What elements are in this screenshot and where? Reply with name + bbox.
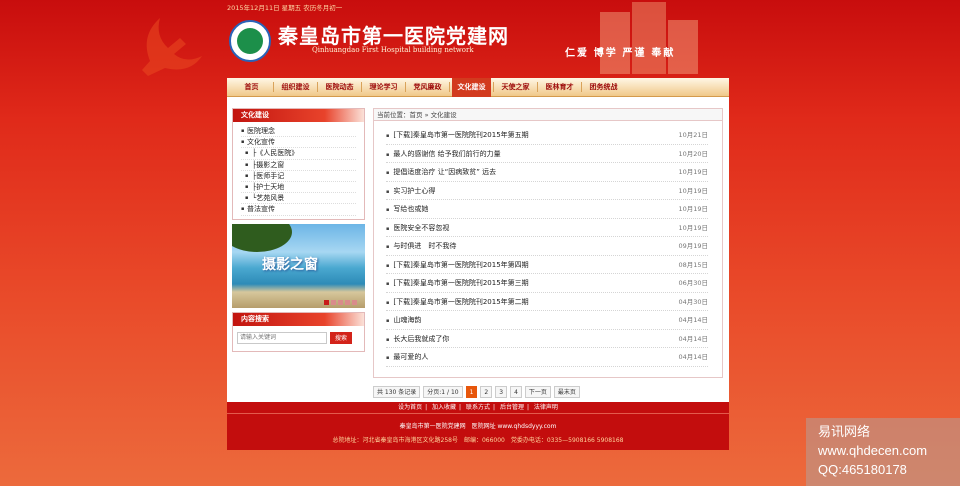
site-title: 秦皇岛市第一医院党建网 <box>278 24 509 48</box>
sidebar-item-peoples-hospital[interactable]: ├《人民医院》 <box>241 148 356 160</box>
search-input[interactable] <box>237 331 327 344</box>
nav-league[interactable]: 团务统战 <box>584 78 623 97</box>
nav-talent[interactable]: 医林育才 <box>540 78 579 97</box>
list-item[interactable]: 写给也或她10月19日 <box>386 200 708 219</box>
article-list: [下载]秦皇岛市第一医院院刊2015年第五期10月21日 最人的感谢信 给予我们… <box>374 121 722 367</box>
list-item[interactable]: 提倡适度治疗 让“因病致贫” 远去10月19日 <box>386 163 708 182</box>
category-box: 文化建设 医院理念 文化宣传 ├《人民医院》 ├摄影之窗 ├医师手记 ├护士天地… <box>232 108 365 220</box>
footer-address: 总院地址：河北省秦皇岛市海港区文化路258号 邮编：066000 党委办电话：0… <box>332 437 624 444</box>
nav-theory[interactable]: 理论学习 <box>364 78 403 97</box>
banner-pagination <box>324 299 357 305</box>
watermark-name: 易讯网络 <box>818 424 871 439</box>
sidebar: 文化建设 医院理念 文化宣传 ├《人民医院》 ├摄影之窗 ├医师手记 ├护士天地… <box>232 108 365 352</box>
list-item[interactable]: [下载]秦皇岛市第一医院院刊2015年第二期04月30日 <box>386 293 708 311</box>
nav-organization[interactable]: 组织建设 <box>276 78 315 97</box>
total-count: 共 130 条记录 <box>373 386 421 398</box>
banner-title: 摄影之窗 <box>262 256 318 273</box>
list-item[interactable]: 实习护士心得10月19日 <box>386 182 708 200</box>
hospital-building-icon <box>600 2 698 74</box>
sidebar-item-publicity[interactable]: 文化宣传 <box>241 137 356 149</box>
page-link-1[interactable]: 1 <box>465 386 478 398</box>
sidebar-item-doctor-notes[interactable]: ├医师手记 <box>241 171 356 182</box>
list-item[interactable]: [下载]秦皇岛市第一医院院刊2015年第三期06月30日 <box>386 274 708 293</box>
list-item[interactable]: 最可爱的人04月14日 <box>386 348 708 367</box>
list-item[interactable]: 长大后我就成了你04月14日 <box>386 330 708 348</box>
footer-link-favorite[interactable]: 加入收藏 <box>432 404 456 411</box>
breadcrumb: 当前位置：首页 » 文化建设 <box>374 109 722 121</box>
nav-integrity[interactable]: 党风廉政 <box>408 78 447 97</box>
nav-culture[interactable]: 文化建设 <box>452 77 491 97</box>
watermark-qq: QQ:465180178 <box>818 462 907 477</box>
sidebar-item-nurses[interactable]: ├护士天地 <box>241 182 356 194</box>
banner-dot[interactable] <box>352 299 357 305</box>
search-heading: 内容搜索 <box>233 312 364 326</box>
sidebar-item-photography[interactable]: ├摄影之窗 <box>241 160 356 171</box>
content-wrapper: 首页 组织建设 医院动态 理论学习 党风廉政 文化建设 天使之家 医林育才 团务… <box>227 77 729 450</box>
last-page-button[interactable]: 最末页 <box>553 386 580 398</box>
search-button[interactable]: 搜索 <box>330 331 352 344</box>
banner-dot[interactable] <box>331 299 336 305</box>
page-link-4[interactable]: 4 <box>510 386 522 398</box>
list-item[interactable]: 医院安全不容忽视10月19日 <box>386 219 708 237</box>
sidebar-heading: 文化建设 <box>233 109 364 122</box>
site-subtitle: Qinhuangdao First Hospital building netw… <box>312 46 474 54</box>
banner-dot[interactable] <box>324 299 329 305</box>
footer-site-info: 秦皇岛市第一医院党建网 医院网址 www.qhdsdyyy.com <box>399 423 557 430</box>
main-nav: 首页 组织建设 医院动态 理论学习 党风廉政 文化建设 天使之家 医林育才 团务… <box>227 77 729 97</box>
watermark-url: www.qhdecen.com <box>818 443 928 458</box>
watermark: 易讯网络 www.qhdecen.com QQ:465180178 <box>806 418 960 486</box>
page-link-2[interactable]: 2 <box>480 386 493 398</box>
list-item[interactable]: [下载]秦皇岛市第一医院院刊2015年第四期08月15日 <box>386 256 708 274</box>
footer-link-admin[interactable]: 后台管理 <box>500 404 524 411</box>
footer-link-contact[interactable]: 联系方式 <box>466 404 490 411</box>
banner-dot[interactable] <box>338 299 343 305</box>
next-page-button[interactable]: 下一页 <box>524 386 551 398</box>
footer-link-homepage[interactable]: 设为首页 <box>398 404 422 411</box>
footer-link-legal[interactable]: 法律声明 <box>534 404 558 411</box>
list-item[interactable]: 与时俱进 时不我待09月19日 <box>386 237 708 256</box>
nav-home[interactable]: 首页 <box>232 78 271 97</box>
party-emblem-icon <box>142 18 202 76</box>
header-date: 2015年12月11日 星期五 农历冬月初一 <box>227 4 343 12</box>
list-item[interactable]: 最人的感谢信 给予我们前行的力量10月20日 <box>386 145 708 163</box>
category-list: 医院理念 文化宣传 ├《人民医院》 ├摄影之窗 ├医师手记 ├护士天地 └艺苑风… <box>233 122 364 219</box>
nav-angels[interactable]: 天使之家 <box>496 78 535 97</box>
footer: 设为首页 | 加入收藏 | 联系方式 | 后台管理 | 法律声明 秦皇岛市第一医院党建网… <box>227 402 729 450</box>
list-item[interactable]: 山魂海韵04月14日 <box>386 311 708 330</box>
pagination: 共 130 条记录 分页:1 / 10 1 2 3 4 下一页 最末页 <box>373 386 580 398</box>
sidebar-item-concept[interactable]: 医院理念 <box>241 126 356 138</box>
photography-banner[interactable]: 摄影之窗 <box>232 223 365 308</box>
sidebar-item-law[interactable]: 普法宣传 <box>241 204 356 216</box>
footer-links: 设为首页 | 加入收藏 | 联系方式 | 后台管理 | 法律声明 <box>227 402 729 414</box>
search-box: 内容搜索 搜索 <box>232 311 365 352</box>
hospital-slogan: 仁爱 博学 严谨 奉献 <box>565 48 676 59</box>
list-item[interactable]: [下载]秦皇岛市第一医院院刊2015年第五期10月21日 <box>386 126 708 145</box>
article-panel: 当前位置：首页 » 文化建设 [下载]秦皇岛市第一医院院刊2015年第五期10月… <box>373 108 723 378</box>
page-link-3[interactable]: 3 <box>495 386 508 398</box>
nav-hospital-news[interactable]: 医院动态 <box>320 78 359 97</box>
page-info: 分页:1 / 10 <box>423 386 463 398</box>
banner-dot[interactable] <box>345 299 350 305</box>
sidebar-item-art[interactable]: └艺苑风景 <box>241 193 356 205</box>
hospital-logo[interactable] <box>229 20 271 62</box>
